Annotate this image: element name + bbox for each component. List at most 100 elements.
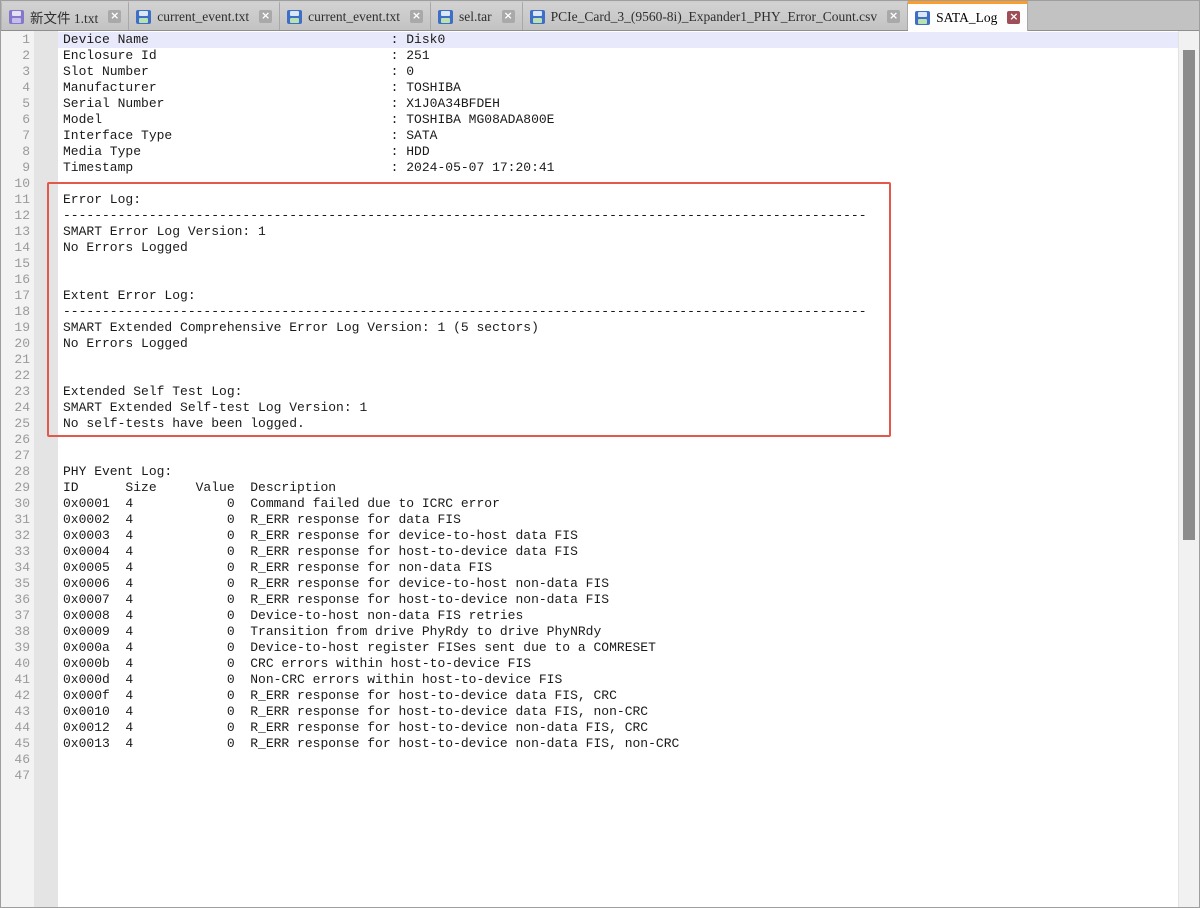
code-line: 0x0013 4 0 R_ERR response for host-to-de… [58, 736, 1199, 752]
line-number: 30 [1, 496, 30, 512]
code-line: ----------------------------------------… [58, 208, 1199, 224]
close-icon[interactable]: × [887, 10, 900, 23]
code-line: Extended Self Test Log: [58, 384, 1199, 400]
code-line [58, 448, 1199, 464]
tab-bar: 新文件 1.txt × current_event.txt × current_… [1, 1, 1199, 31]
modified-file-icon [9, 10, 24, 24]
code-line: ID Size Value Description [58, 480, 1199, 496]
code-line: No self-tests have been logged. [58, 416, 1199, 432]
code-line: 0x0010 4 0 R_ERR response for host-to-de… [58, 704, 1199, 720]
code-line: 0x0003 4 0 R_ERR response for device-to-… [58, 528, 1199, 544]
line-number: 17 [1, 288, 30, 304]
line-number: 23 [1, 384, 30, 400]
close-icon[interactable]: × [1007, 11, 1020, 24]
tab-label: PCIe_Card_3_(9560-8i)_Expander1_PHY_Erro… [551, 9, 878, 25]
line-number: 33 [1, 544, 30, 560]
line-number: 42 [1, 688, 30, 704]
close-icon[interactable]: × [108, 10, 121, 23]
code-line: Device Name : Disk0 [58, 32, 1199, 48]
line-number: 35 [1, 576, 30, 592]
code-line: 0x0006 4 0 R_ERR response for device-to-… [58, 576, 1199, 592]
tab-sata-log[interactable]: SATA_Log × [908, 1, 1028, 31]
code-line [58, 256, 1199, 272]
code-line: 0x0012 4 0 R_ERR response for host-to-de… [58, 720, 1199, 736]
tab-new-file-1[interactable]: 新文件 1.txt × [1, 1, 129, 30]
line-number: 1 [1, 32, 30, 48]
code-line: No Errors Logged [58, 336, 1199, 352]
line-number: 46 [1, 752, 30, 768]
line-number: 11 [1, 192, 30, 208]
code-line [58, 352, 1199, 368]
line-number: 24 [1, 400, 30, 416]
saved-file-icon [530, 10, 545, 24]
tab-pcie-card-csv[interactable]: PCIe_Card_3_(9560-8i)_Expander1_PHY_Erro… [523, 1, 909, 30]
line-number: 26 [1, 432, 30, 448]
line-number: 15 [1, 256, 30, 272]
line-number: 7 [1, 128, 30, 144]
code-line: 0x000a 4 0 Device-to-host register FISes… [58, 640, 1199, 656]
code-line: Manufacturer : TOSHIBA [58, 80, 1199, 96]
line-number: 44 [1, 720, 30, 736]
code-line: Media Type : HDD [58, 144, 1199, 160]
line-number-gutter[interactable]: 1234567891011121314151617181920212223242… [1, 31, 34, 907]
line-number: 16 [1, 272, 30, 288]
code-line: ----------------------------------------… [58, 304, 1199, 320]
close-icon[interactable]: × [410, 10, 423, 23]
code-line: No Errors Logged [58, 240, 1199, 256]
code-line [58, 752, 1199, 768]
code-line: 0x0001 4 0 Command failed due to ICRC er… [58, 496, 1199, 512]
close-icon[interactable]: × [259, 10, 272, 23]
code-line: PHY Event Log: [58, 464, 1199, 480]
line-number: 36 [1, 592, 30, 608]
saved-file-icon [287, 10, 302, 24]
tab-label: current_event.txt [308, 9, 400, 25]
line-number: 2 [1, 48, 30, 64]
line-number: 28 [1, 464, 30, 480]
line-number: 47 [1, 768, 30, 784]
tab-current-event-1[interactable]: current_event.txt × [129, 1, 280, 30]
line-number: 27 [1, 448, 30, 464]
tab-label: sel.tar [459, 9, 492, 25]
code-line: 0x000b 4 0 CRC errors within host-to-dev… [58, 656, 1199, 672]
tab-sel-tar[interactable]: sel.tar × [431, 1, 523, 30]
code-line [58, 768, 1199, 784]
line-number: 40 [1, 656, 30, 672]
saved-file-icon [136, 10, 151, 24]
line-number: 18 [1, 304, 30, 320]
code-line [58, 432, 1199, 448]
saved-file-icon [915, 11, 930, 25]
tab-label: 新文件 1.txt [30, 7, 98, 27]
tab-label: SATA_Log [936, 10, 997, 26]
line-number: 5 [1, 96, 30, 112]
bookmark-margin[interactable] [34, 31, 58, 907]
code-line: 0x0002 4 0 R_ERR response for data FIS [58, 512, 1199, 528]
code-line: 0x0007 4 0 R_ERR response for host-to-de… [58, 592, 1199, 608]
close-icon[interactable]: × [502, 10, 515, 23]
code-line: Interface Type : SATA [58, 128, 1199, 144]
line-number: 39 [1, 640, 30, 656]
line-number: 29 [1, 480, 30, 496]
code-line: 0x0005 4 0 R_ERR response for non-data F… [58, 560, 1199, 576]
code-line: Extent Error Log: [58, 288, 1199, 304]
code-line: SMART Error Log Version: 1 [58, 224, 1199, 240]
code-line: SMART Extended Comprehensive Error Log V… [58, 320, 1199, 336]
line-number: 10 [1, 176, 30, 192]
line-number: 45 [1, 736, 30, 752]
line-number: 13 [1, 224, 30, 240]
tab-current-event-2[interactable]: current_event.txt × [280, 1, 431, 30]
code-line: Serial Number : X1J0A34BFDEH [58, 96, 1199, 112]
tab-label: current_event.txt [157, 9, 249, 25]
line-number: 41 [1, 672, 30, 688]
code-line: SMART Extended Self-test Log Version: 1 [58, 400, 1199, 416]
vertical-scrollbar[interactable] [1178, 31, 1199, 907]
code-line: 0x000f 4 0 R_ERR response for host-to-de… [58, 688, 1199, 704]
code-line: 0x000d 4 0 Non-CRC errors within host-to… [58, 672, 1199, 688]
line-number: 4 [1, 80, 30, 96]
line-number: 38 [1, 624, 30, 640]
code-line: Timestamp : 2024-05-07 17:20:41 [58, 160, 1199, 176]
text-area[interactable]: Device Name : Disk0Enclosure Id : 251Slo… [58, 31, 1199, 907]
code-line [58, 176, 1199, 192]
code-line: Enclosure Id : 251 [58, 48, 1199, 64]
code-line [58, 368, 1199, 384]
scrollbar-thumb[interactable] [1183, 50, 1195, 540]
